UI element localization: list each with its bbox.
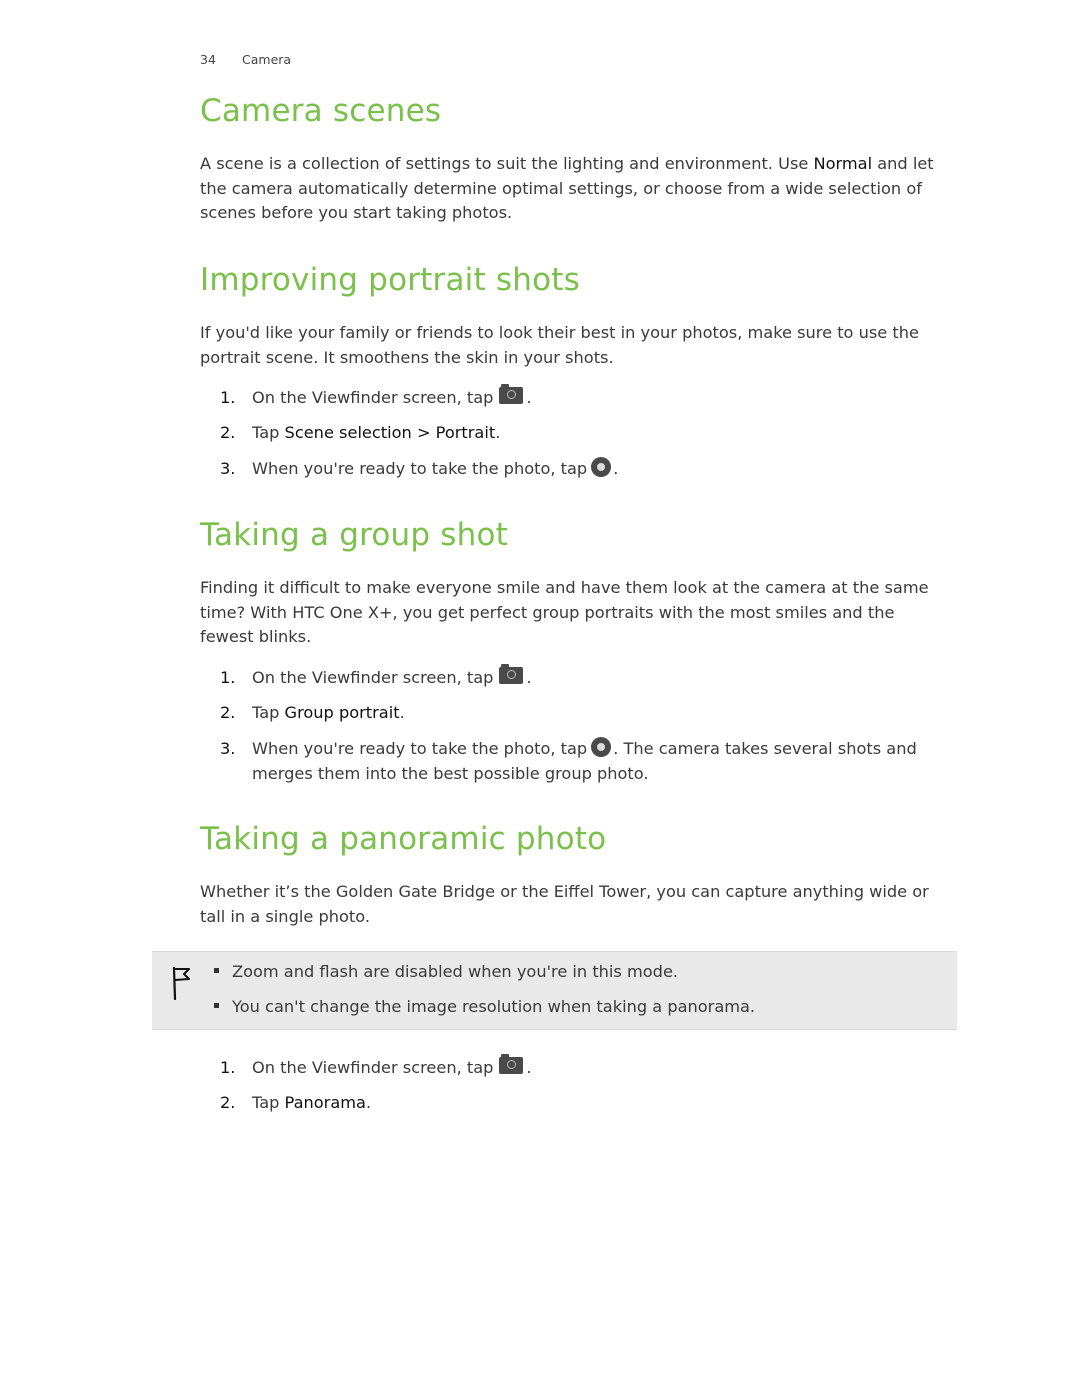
step-text: . [526, 668, 532, 687]
step-number: 3. [220, 739, 236, 758]
step-number: 1. [220, 388, 236, 407]
flag-icon [172, 966, 190, 1000]
portrait-term: Portrait [435, 423, 496, 442]
note-item: You can't change the image resolution wh… [214, 997, 755, 1016]
note-text: You can't change the image resolution wh… [232, 997, 756, 1016]
shutter-icon [591, 737, 612, 757]
scene-selection-term: Scene selection [284, 423, 412, 442]
panoramic-paragraph: Whether it’s the Golden Gate Bridge or t… [200, 882, 929, 926]
chapter-name: Camera [242, 52, 292, 67]
note-item: Zoom and flash are disabled when you're … [214, 962, 678, 981]
note-box: Zoom and flash are disabled when you're … [152, 951, 957, 1030]
shutter-icon [591, 457, 612, 477]
step-text: On the Viewfinder screen, tap [252, 388, 494, 407]
step-text: . [495, 423, 501, 442]
step-number: 1. [220, 668, 236, 687]
step-text: When you're ready to take the photo, tap [252, 459, 588, 478]
step-text: . [526, 1058, 532, 1077]
group-paragraph: Finding it difficult to make everyone sm… [200, 578, 929, 647]
camera-scenes-paragraph: A scene is a collection of settings to s… [200, 152, 940, 226]
heading-portrait: Improving portrait shots [200, 262, 580, 298]
camera-settings-icon [499, 664, 524, 684]
separator: > [411, 423, 436, 442]
step-text: Tap [252, 1093, 285, 1112]
step-text: On the Viewfinder screen, tap [252, 1058, 494, 1077]
camera-settings-icon [499, 384, 524, 404]
text: A scene is a collection of settings to s… [200, 154, 814, 173]
step-text: When you're ready to take the photo, tap [252, 739, 588, 758]
step-text: . [526, 388, 532, 407]
group-portrait-term: Group portrait [284, 703, 400, 722]
page-number: 34 [200, 52, 216, 67]
page-header: 34 Camera [200, 52, 291, 67]
normal-term: Normal [813, 154, 873, 173]
step-text: . [399, 703, 405, 722]
step-text: On the Viewfinder screen, tap [252, 668, 494, 687]
bullet-icon [214, 1003, 219, 1008]
step-number: 2. [220, 1093, 236, 1112]
portrait-paragraph: If you'd like your family or friends to … [200, 323, 919, 367]
heading-camera-scenes: Camera scenes [200, 93, 442, 129]
step-number: 3. [220, 459, 236, 478]
step-text: . [365, 1093, 372, 1112]
heading-group-shot: Taking a group shot [200, 517, 509, 553]
bullet-icon [214, 968, 219, 973]
step-number: 2. [220, 703, 236, 722]
camera-settings-icon [499, 1054, 524, 1074]
step-text: Tap [252, 423, 285, 442]
step-number: 2. [220, 423, 236, 442]
heading-panoramic: Taking a panoramic photo [200, 821, 607, 857]
step-number: 1. [220, 1058, 236, 1077]
step-text: Tap [252, 703, 285, 722]
step-text: . [613, 459, 619, 478]
note-text: Zoom and flash are disabled when you're … [232, 962, 679, 981]
panorama-term: Panorama [284, 1093, 366, 1112]
